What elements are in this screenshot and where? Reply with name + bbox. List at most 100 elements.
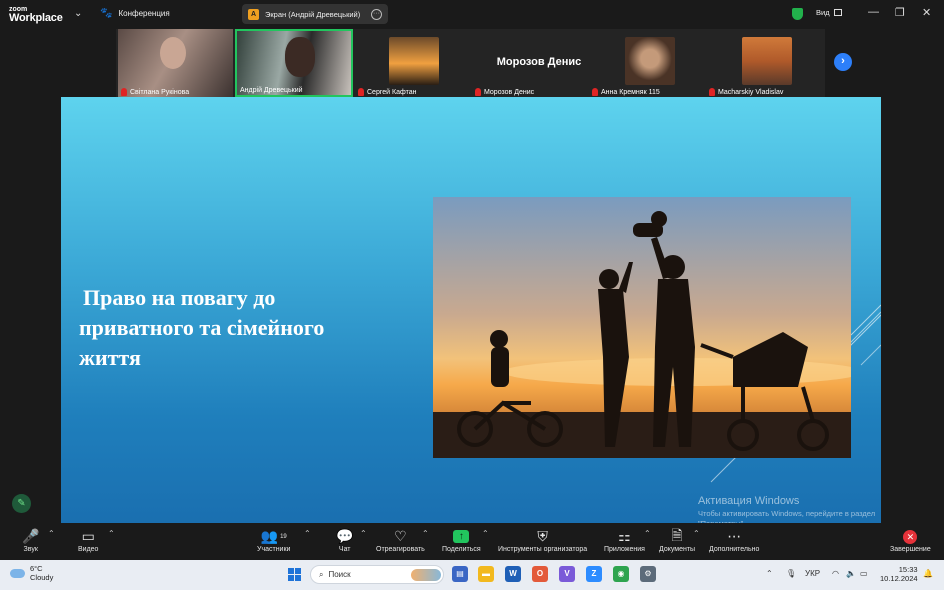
minimize-icon[interactable]: — bbox=[868, 6, 879, 18]
share-button[interactable]: ↑ Поделиться bbox=[442, 527, 481, 553]
restore-icon[interactable]: ❐ bbox=[895, 6, 905, 19]
chat-button[interactable]: 💬 Чат bbox=[336, 527, 353, 553]
participants-icon: 👥 19 bbox=[260, 528, 287, 544]
zoom-app-icon[interactable]: Z bbox=[586, 566, 602, 582]
participant-avatar bbox=[625, 37, 675, 85]
chevron-up-icon[interactable]: ⌃ bbox=[304, 529, 311, 538]
video-label: Видео bbox=[78, 546, 99, 553]
chevron-up-icon[interactable]: ⌃ bbox=[482, 529, 489, 538]
zoom-logo: zoom Workplace bbox=[9, 5, 63, 24]
share-screen-icon: ↑ bbox=[453, 527, 470, 546]
microphone-icon[interactable]: 🎙 bbox=[786, 569, 796, 578]
participant-name: Сергей Кафтан bbox=[367, 88, 417, 96]
video-button[interactable]: ▭ Видео bbox=[78, 527, 98, 553]
participant-tile[interactable]: Macharskiy Vladislav bbox=[706, 29, 825, 97]
screen-share-indicator[interactable]: A Экран (Андрій Древецький) ··· bbox=[242, 4, 388, 24]
muted-mic-icon bbox=[592, 88, 598, 96]
participant-tile[interactable]: Сергей Кафтан bbox=[355, 29, 472, 97]
chevron-up-icon[interactable]: ⌃ bbox=[422, 529, 429, 538]
view-icon bbox=[833, 9, 842, 16]
taskbar-clock[interactable]: 15:33 10.12.2024 bbox=[880, 565, 918, 583]
windows-start-icon[interactable] bbox=[288, 568, 301, 581]
annotate-pencil-icon[interactable]: ✎ bbox=[12, 494, 31, 513]
chevron-up-icon[interactable]: ⌃ bbox=[108, 529, 115, 538]
participant-face bbox=[160, 37, 186, 69]
participant-caption: Морозов Денис bbox=[475, 88, 534, 96]
security-shield-icon[interactable] bbox=[792, 8, 803, 20]
chevron-down-icon[interactable]: ⌄ bbox=[74, 8, 82, 19]
windows-taskbar: 6°C Cloudy ⌕ Поиск ▤ ▬ W O V Z ◉ ⚙ ⌃ 🎙 У… bbox=[0, 560, 944, 590]
document-icon: 🗎 bbox=[671, 526, 683, 543]
conference-menu[interactable]: 🐾 Конференция bbox=[100, 8, 170, 19]
participants-label: Участники bbox=[257, 546, 291, 553]
paw-icon: 🐾 bbox=[100, 8, 113, 19]
family-silhouette bbox=[433, 211, 851, 458]
speaker-icon[interactable]: 🔈 bbox=[846, 569, 856, 578]
participant-avatar bbox=[742, 37, 792, 85]
muted-mic-icon bbox=[475, 88, 481, 96]
weather-text: 6°C Cloudy bbox=[30, 564, 53, 582]
meeting-toolbar: 🎤 Звук ⌃ ▭ Видео ⌃ 👥 19 Участники ⌃ 💬 Чат… bbox=[0, 523, 944, 560]
next-participants-button[interactable]: › bbox=[834, 53, 852, 71]
more-button[interactable]: ⋯ Дополнительно bbox=[709, 527, 759, 553]
react-button[interactable]: ♡ Отреагировать bbox=[376, 527, 425, 553]
title-bar: zoom Workplace ⌄ 🐾 Конференция A Экран (… bbox=[0, 0, 944, 28]
participant-tile[interactable]: Анна Кремняк 115 bbox=[589, 29, 706, 97]
participants-count: 19 bbox=[280, 533, 287, 540]
host-tools-button[interactable]: ⛨ Инструменты организатора bbox=[498, 527, 587, 553]
chevron-up-icon[interactable]: ⌃ bbox=[693, 529, 700, 538]
settings-gear-icon[interactable]: ⚙ bbox=[640, 566, 656, 582]
muted-mic-icon bbox=[358, 88, 364, 96]
participant-tile[interactable]: Морозов Денис Морозов Денис bbox=[472, 29, 589, 97]
react-label: Отреагировать bbox=[376, 546, 425, 553]
participant-tile[interactable]: Світлана Рукінова bbox=[118, 29, 233, 97]
participant-caption: Андрій Древецький bbox=[240, 87, 303, 94]
heart-icon: ♡ bbox=[394, 528, 407, 544]
video-camera-icon: ▭ bbox=[81, 528, 95, 544]
more-label: Дополнительно bbox=[709, 546, 760, 553]
chat-label: Чат bbox=[338, 546, 351, 553]
participant-tile-active[interactable]: Андрій Древецький bbox=[235, 29, 353, 97]
cloud-icon bbox=[10, 568, 25, 578]
folder-icon[interactable]: ▬ bbox=[478, 566, 494, 582]
wifi-icon[interactable]: ◠ bbox=[832, 569, 839, 578]
language-indicator[interactable]: УКР bbox=[805, 569, 820, 578]
family-sunset-photo bbox=[433, 197, 851, 458]
chat-icon: 💬 bbox=[336, 528, 354, 544]
chrome-icon[interactable]: ◉ bbox=[613, 566, 629, 582]
chevron-up-icon[interactable]: ⌃ bbox=[360, 529, 367, 538]
share-label: Поделиться bbox=[442, 546, 481, 553]
docs-button[interactable]: 🗎 Документы bbox=[659, 526, 696, 554]
battery-icon[interactable]: ▭ bbox=[860, 569, 868, 578]
more-options-icon[interactable]: ··· bbox=[371, 8, 382, 20]
audio-button[interactable]: 🎤 Звук bbox=[22, 527, 39, 553]
conference-label: Конференция bbox=[118, 9, 170, 18]
weather-widget[interactable]: 6°C Cloudy bbox=[10, 564, 53, 582]
chevron-up-icon[interactable]: ⌃ bbox=[48, 529, 55, 538]
slide-title-line: Право на повагу до bbox=[83, 285, 276, 310]
end-meeting-button[interactable]: ✕ Завершение bbox=[890, 527, 931, 553]
screen-share-icon: A bbox=[248, 8, 259, 20]
participant-face bbox=[285, 37, 315, 77]
notification-bell-icon[interactable]: 🔔 bbox=[923, 569, 933, 578]
chevron-up-icon[interactable]: ⌃ bbox=[644, 529, 651, 538]
participant-caption: Анна Кремняк 115 bbox=[592, 88, 660, 96]
taskbar-search[interactable]: ⌕ Поиск bbox=[310, 565, 444, 584]
viber-icon[interactable]: V bbox=[559, 566, 575, 582]
muted-mic-icon: 🎤 bbox=[22, 528, 40, 544]
search-highlight-image bbox=[411, 568, 441, 581]
participants-button[interactable]: 👥 19 Участники bbox=[257, 527, 290, 553]
shared-screen-slide: Право на повагу до приватного та сімейно… bbox=[61, 97, 881, 523]
explorer-app-icon[interactable]: ▤ bbox=[452, 566, 468, 582]
participant-name: Андрій Древецький bbox=[240, 87, 303, 94]
view-button[interactable]: Вид bbox=[816, 8, 842, 17]
chevron-up-icon[interactable]: ⌃ bbox=[766, 569, 773, 578]
search-icon: ⌕ bbox=[319, 569, 324, 579]
participant-strip: Світлана Рукінова Андрій Древецький Серг… bbox=[116, 29, 825, 97]
word-icon[interactable]: W bbox=[505, 566, 521, 582]
shield-icon: ⛨ bbox=[537, 528, 548, 544]
close-icon[interactable]: ✕ bbox=[922, 6, 931, 19]
docs-label: Документы bbox=[659, 546, 696, 553]
apps-button[interactable]: ⚏ Приложения bbox=[604, 527, 645, 553]
opera-icon[interactable]: O bbox=[532, 566, 548, 582]
